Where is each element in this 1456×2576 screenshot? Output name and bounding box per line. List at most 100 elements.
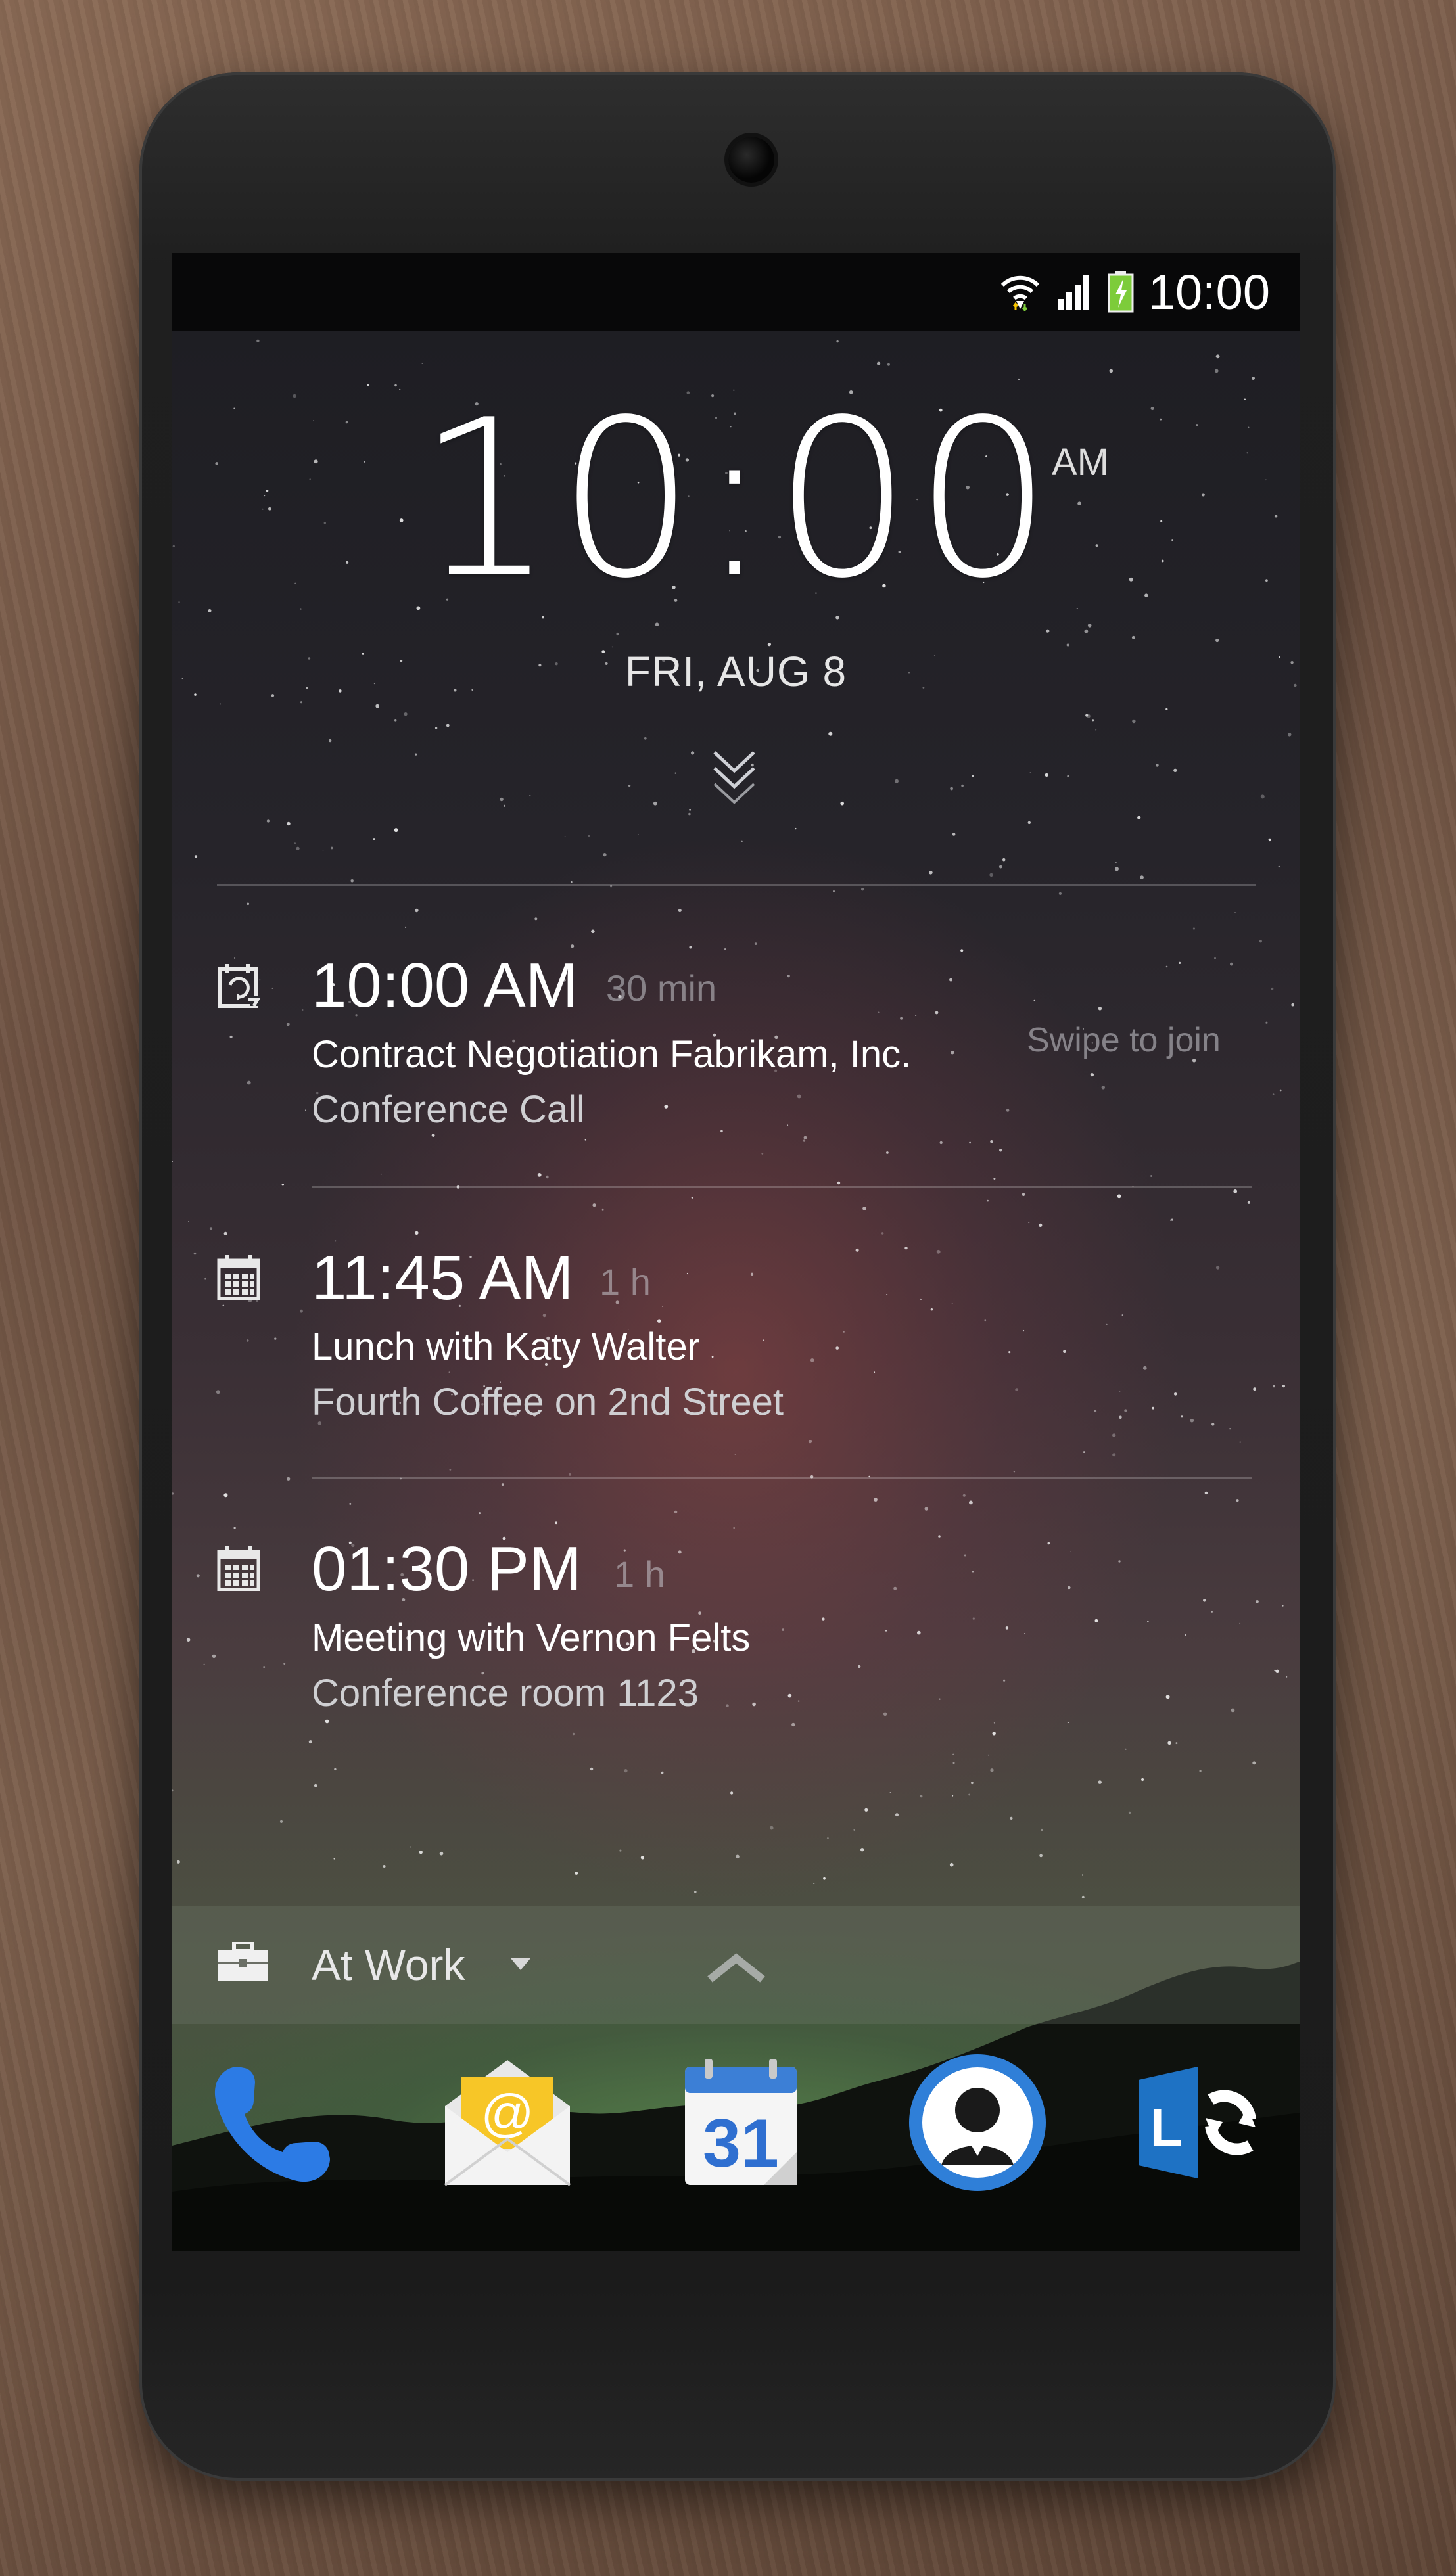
star bbox=[1094, 1619, 1098, 1622]
lync-icon[interactable]: L bbox=[1119, 2047, 1270, 2198]
star bbox=[674, 772, 676, 774]
star bbox=[1008, 1351, 1011, 1354]
star bbox=[678, 909, 682, 913]
star bbox=[644, 737, 647, 740]
calendar-sync-icon bbox=[218, 964, 261, 1008]
star bbox=[229, 1035, 233, 1038]
star bbox=[972, 775, 974, 777]
event-time: 10:00 AM bbox=[312, 950, 578, 1021]
star bbox=[920, 1795, 923, 1798]
star bbox=[1279, 1089, 1282, 1092]
event-duration: 30 min bbox=[606, 967, 717, 1009]
star bbox=[813, 1883, 815, 1885]
star bbox=[172, 1789, 174, 1792]
star bbox=[949, 978, 952, 982]
star bbox=[843, 1331, 845, 1333]
star bbox=[349, 1502, 352, 1505]
star bbox=[797, 1094, 801, 1099]
swipe-to-join-hint[interactable]: Swipe to join bbox=[1027, 1021, 1221, 1060]
star bbox=[1095, 729, 1097, 731]
star bbox=[638, 833, 639, 835]
status-time: 10:00 bbox=[1148, 264, 1270, 319]
star bbox=[987, 1199, 989, 1202]
star bbox=[287, 1477, 291, 1481]
star bbox=[1131, 635, 1135, 639]
star bbox=[1272, 1093, 1275, 1095]
star bbox=[754, 942, 757, 945]
star bbox=[222, 1304, 225, 1307]
star bbox=[930, 1308, 933, 1311]
star bbox=[380, 1173, 382, 1175]
star bbox=[1234, 912, 1236, 913]
calendar-app-icon[interactable]: 31 bbox=[665, 2047, 816, 2198]
star bbox=[1152, 1406, 1154, 1410]
event-duration: 1 h bbox=[599, 1261, 651, 1302]
star bbox=[999, 1149, 1002, 1152]
star bbox=[993, 1178, 996, 1180]
dropdown-caret-icon[interactable] bbox=[509, 1957, 532, 1971]
star bbox=[325, 1719, 329, 1724]
star bbox=[628, 785, 631, 787]
star bbox=[1190, 1418, 1194, 1423]
event-location: Conference room 1123 bbox=[312, 1672, 699, 1714]
star bbox=[1084, 629, 1089, 633]
star bbox=[1181, 1415, 1183, 1418]
star bbox=[960, 949, 964, 952]
star bbox=[661, 1771, 664, 1774]
star bbox=[1022, 1193, 1025, 1197]
star bbox=[767, 643, 771, 647]
star bbox=[1028, 1222, 1030, 1224]
star bbox=[1165, 965, 1168, 968]
star bbox=[186, 1638, 191, 1642]
email-icon[interactable]: @ bbox=[432, 2047, 583, 2198]
star bbox=[1173, 1392, 1177, 1396]
star bbox=[500, 797, 504, 802]
star bbox=[246, 1339, 249, 1342]
star bbox=[383, 1865, 386, 1868]
app-dock: @ 31 L bbox=[172, 2047, 1300, 2198]
star bbox=[984, 1319, 987, 1322]
contacts-icon[interactable] bbox=[902, 2047, 1053, 2198]
star bbox=[855, 1248, 859, 1252]
profile-selector[interactable]: At Work bbox=[172, 1906, 1300, 2024]
star bbox=[256, 339, 260, 342]
star bbox=[952, 833, 956, 836]
star bbox=[915, 1015, 917, 1016]
star bbox=[724, 948, 726, 950]
star bbox=[350, 879, 354, 883]
star bbox=[653, 801, 657, 806]
expand-double-chevron-icon[interactable] bbox=[701, 745, 767, 804]
chevron-up-icon[interactable] bbox=[706, 1950, 766, 1983]
star bbox=[828, 731, 833, 736]
star bbox=[691, 751, 695, 755]
star bbox=[797, 1700, 800, 1702]
star bbox=[196, 1574, 200, 1578]
star bbox=[987, 1754, 989, 1756]
phone-icon[interactable] bbox=[199, 2047, 350, 2198]
star bbox=[951, 1302, 953, 1304]
star bbox=[808, 1440, 812, 1444]
star bbox=[405, 926, 407, 928]
star bbox=[616, 632, 619, 636]
star bbox=[1081, 1895, 1085, 1898]
star bbox=[886, 1294, 888, 1295]
star bbox=[938, 1535, 941, 1538]
star bbox=[1013, 1471, 1016, 1473]
star bbox=[1278, 865, 1280, 868]
star bbox=[1117, 1194, 1121, 1199]
star bbox=[661, 1306, 663, 1307]
status-bar: 10:00 bbox=[172, 253, 1300, 331]
star bbox=[750, 1272, 754, 1276]
star bbox=[410, 1846, 411, 1848]
star bbox=[861, 888, 864, 891]
star bbox=[193, 1252, 197, 1255]
star bbox=[1291, 1003, 1294, 1007]
event-title: Contract Negotiation Fabrikam, Inc. bbox=[312, 1033, 912, 1076]
star bbox=[952, 1762, 955, 1764]
star bbox=[603, 853, 607, 857]
star bbox=[1101, 1086, 1106, 1090]
star bbox=[212, 1654, 216, 1658]
star bbox=[924, 1507, 928, 1511]
star bbox=[1142, 1366, 1147, 1370]
star bbox=[782, 1628, 784, 1631]
